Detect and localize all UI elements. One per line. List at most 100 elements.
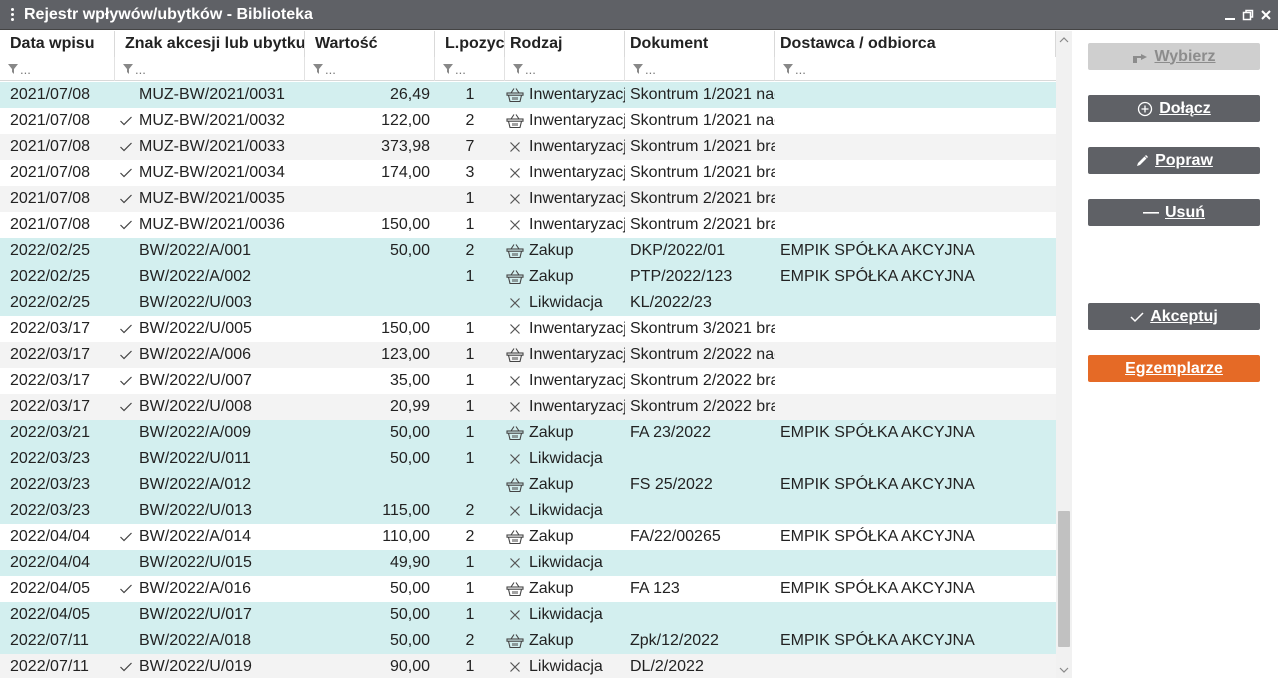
minus-icon bbox=[1143, 211, 1159, 214]
cross-icon bbox=[505, 654, 525, 678]
cell-doc bbox=[630, 602, 775, 628]
cell-date: 2021/07/08 bbox=[10, 216, 91, 233]
cell-date: 2022/04/04 bbox=[10, 554, 91, 571]
table-row[interactable]: 2021/07/08 MUZ-BW/2021/0035 1 Inwentaryzacj… bbox=[0, 186, 1056, 212]
table-row[interactable]: 2021/07/08 MUZ-BW/2021/0033 373,98 7 Inwenta… bbox=[0, 134, 1056, 160]
table-row[interactable]: 2022/03/17 BW/2022/U/005 150,00 1 Inwentaryz… bbox=[0, 316, 1056, 342]
accepted-check-icon bbox=[117, 134, 135, 160]
action-panel: Wybierz Dołącz Popraw Usuń Akceptuj Egze… bbox=[1073, 31, 1278, 678]
table-row[interactable]: 2022/04/04 BW/2022/A/014 110,00 2 Zakup FA/22… bbox=[0, 524, 1056, 550]
accepted-check-icon bbox=[117, 368, 135, 394]
cell-supplier bbox=[780, 290, 1050, 316]
table-row[interactable]: 2022/03/17 BW/2022/U/007 35,00 1 Inwentaryza… bbox=[0, 368, 1056, 394]
column-header-count[interactable]: L.pozycji bbox=[435, 31, 505, 57]
column-header-date[interactable]: Data wpisu bbox=[0, 31, 115, 57]
table-row[interactable]: 2022/07/11 BW/2022/U/019 90,00 1 Likwidacja D… bbox=[0, 654, 1056, 678]
cell-value bbox=[305, 472, 430, 498]
basket-icon bbox=[505, 628, 525, 654]
cross-icon bbox=[505, 602, 525, 628]
scroll-down-icon[interactable] bbox=[1056, 663, 1072, 677]
scroll-up-icon[interactable] bbox=[1056, 33, 1072, 47]
cell-supplier: EMPIK SPÓŁKA AKCYJNA bbox=[780, 424, 975, 441]
cell-sign: BW/2022/A/012 bbox=[139, 476, 252, 493]
select-button[interactable]: Wybierz bbox=[1088, 43, 1260, 70]
table-row[interactable]: 2022/07/11 BW/2022/A/018 50,00 2 Zakup Zpk/12… bbox=[0, 628, 1056, 654]
add-button[interactable]: Dołącz bbox=[1088, 95, 1260, 122]
filter-value[interactable]: ... bbox=[305, 57, 435, 81]
cell-type: Zakup bbox=[529, 242, 574, 259]
table-row[interactable]: 2022/02/25 BW/2022/U/003 Likwidacja KL/2022… bbox=[0, 290, 1056, 316]
column-header-sign[interactable]: Znak akcesji lub ubytku bbox=[115, 31, 305, 57]
table-row[interactable]: 2022/04/04 BW/2022/U/015 49,90 1 Likwidacja bbox=[0, 550, 1056, 576]
table-row[interactable]: 2022/03/23 BW/2022/A/012 Zakup FS 25/2022 EM… bbox=[0, 472, 1056, 498]
cell-type: Inwentaryzacja bbox=[529, 372, 625, 389]
cell-type: Likwidacja bbox=[529, 294, 603, 311]
minimize-icon[interactable] bbox=[1224, 9, 1236, 21]
table-row[interactable]: 2022/03/17 BW/2022/U/008 20,99 1 Inwentaryza… bbox=[0, 394, 1056, 420]
cell-date: 2022/02/25 bbox=[10, 242, 91, 259]
cell-value: 35,00 bbox=[389, 372, 430, 389]
cell-count: 1 bbox=[465, 424, 475, 441]
table-row[interactable]: 2021/07/08 MUZ-BW/2021/0034 174,00 3 Inwenta… bbox=[0, 160, 1056, 186]
table-row[interactable]: 2022/03/17 BW/2022/A/006 123,00 1 Inwentaryz… bbox=[0, 342, 1056, 368]
cell-sign: MUZ-BW/2021/0034 bbox=[139, 164, 285, 181]
vertical-scrollbar[interactable] bbox=[1056, 31, 1072, 678]
table-row[interactable]: 2022/03/23 BW/2022/U/011 50,00 1 Likwidacja bbox=[0, 446, 1056, 472]
column-header-supplier[interactable]: Dostawca / odbiorca bbox=[775, 31, 1056, 57]
column-header-doc[interactable]: Dokument bbox=[625, 31, 775, 57]
pencil-icon bbox=[1137, 154, 1149, 166]
cell-sign: BW/2022/U/017 bbox=[139, 606, 252, 623]
cell-value bbox=[305, 290, 430, 316]
drag-handle-icon[interactable] bbox=[4, 8, 20, 21]
cell-sign: MUZ-BW/2021/0031 bbox=[139, 86, 285, 103]
copies-button[interactable]: Egzemplarze bbox=[1088, 355, 1260, 382]
table-row[interactable]: 2022/04/05 BW/2022/A/016 50,00 1 Zakup FA 123… bbox=[0, 576, 1056, 602]
cell-value: 50,00 bbox=[389, 424, 430, 441]
filter-icon bbox=[633, 64, 643, 74]
cell-count: 1 bbox=[465, 658, 475, 675]
filter-doc[interactable]: ... bbox=[625, 57, 775, 81]
cell-value bbox=[305, 186, 430, 212]
filter-supplier[interactable]: ... bbox=[775, 57, 1056, 81]
cell-value: 50,00 bbox=[389, 606, 430, 623]
table-row[interactable]: 2022/04/05 BW/2022/U/017 50,00 1 Likwidacja bbox=[0, 602, 1056, 628]
cross-icon bbox=[505, 160, 525, 186]
cell-count: 2 bbox=[465, 242, 475, 259]
cell-count: 3 bbox=[465, 164, 475, 181]
delete-button[interactable]: Usuń bbox=[1088, 199, 1260, 226]
table-row[interactable]: 2021/07/08 MUZ-BW/2021/0032 122,00 2 Inwenta… bbox=[0, 108, 1056, 134]
scrollbar-thumb[interactable] bbox=[1058, 511, 1070, 647]
table-row[interactable]: 2022/02/25 BW/2022/A/002 1 Zakup PTP/2022/12… bbox=[0, 264, 1056, 290]
accepted-check-icon bbox=[117, 576, 135, 602]
table-row[interactable]: 2021/07/08 MUZ-BW/2021/0036 150,00 1 Inwenta… bbox=[0, 212, 1056, 238]
cross-icon bbox=[505, 368, 525, 394]
cell-count: 1 bbox=[465, 268, 475, 285]
cell-doc: Skontrum 2/2021 braki bbox=[630, 216, 775, 233]
restore-icon[interactable] bbox=[1242, 9, 1254, 21]
edit-button[interactable]: Popraw bbox=[1088, 147, 1260, 174]
table-row[interactable]: 2022/03/23 BW/2022/U/013 115,00 2 Likwidacja bbox=[0, 498, 1056, 524]
accepted-check-icon bbox=[117, 186, 135, 212]
accept-button[interactable]: Akceptuj bbox=[1088, 303, 1260, 330]
cell-type: Inwentaryzacja bbox=[529, 216, 625, 233]
column-header-value[interactable]: Wartość bbox=[305, 31, 435, 57]
table-row[interactable]: 2022/02/25 BW/2022/A/001 50,00 2 Zakup DKP/20… bbox=[0, 238, 1056, 264]
cell-value: 20,99 bbox=[389, 398, 430, 415]
cell-value: 90,00 bbox=[389, 658, 430, 675]
filter-date[interactable]: ... bbox=[0, 57, 115, 81]
cell-value: 50,00 bbox=[389, 632, 430, 649]
filter-row: ... ... ... ... ... ... ... bbox=[0, 57, 1056, 81]
close-icon[interactable] bbox=[1260, 9, 1272, 21]
hand-pointer-icon bbox=[1133, 53, 1148, 63]
filter-count[interactable]: ... bbox=[435, 57, 505, 81]
cross-icon bbox=[505, 212, 525, 238]
table-row[interactable]: 2021/07/08 MUZ-BW/2021/0031 26,49 1 Inwentar… bbox=[0, 82, 1056, 108]
column-header-type[interactable]: Rodzaj bbox=[505, 31, 625, 57]
filter-icon bbox=[313, 64, 323, 74]
filter-sign[interactable]: ... bbox=[115, 57, 305, 81]
cell-count: 2 bbox=[465, 502, 475, 519]
cross-icon bbox=[505, 446, 525, 472]
filter-type[interactable]: ... bbox=[505, 57, 625, 81]
table-row[interactable]: 2022/03/21 BW/2022/A/009 50,00 1 Zakup FA 23/… bbox=[0, 420, 1056, 446]
accepted-check-icon bbox=[117, 160, 135, 186]
